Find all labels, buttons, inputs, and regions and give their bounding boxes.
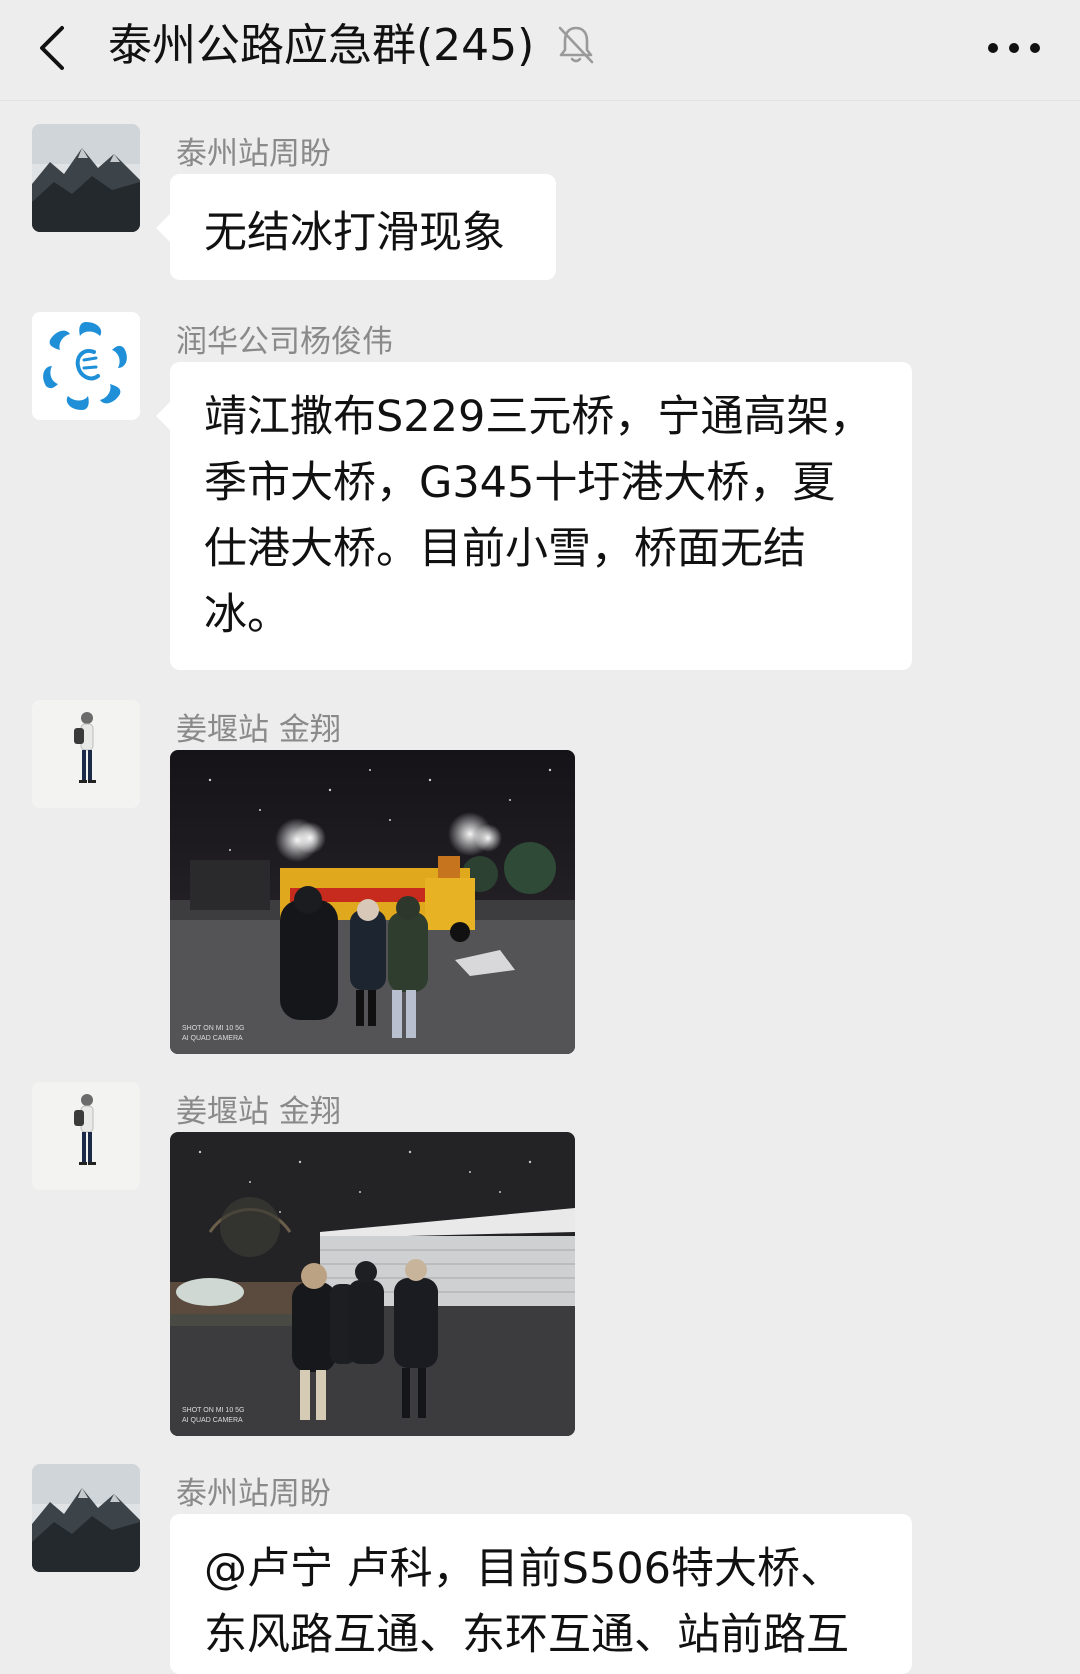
- mountain-avatar-image: [32, 1464, 140, 1572]
- more-options-button[interactable]: [974, 16, 1054, 80]
- message-item: 润华公司杨俊伟 靖江撒布S229三元桥，宁通高架，季市大桥，G345十圩港大桥，…: [0, 312, 1080, 672]
- svg-text:SHOT ON MI 10 5G: SHOT ON MI 10 5G: [182, 1407, 245, 1414]
- image-message[interactable]: SHOT ON MI 10 5G AI QUAD CAMERA: [170, 1132, 575, 1436]
- night-snow-truck-photo: SHOT ON MI 10 5G AI QUAD CAMERA: [170, 750, 575, 1054]
- message-item: 泰州站周盼 @卢宁 卢科，目前S506特大桥、东风路互通、东环互通、站前路互: [0, 1464, 1080, 1674]
- person-illustration-avatar-image: [32, 700, 140, 808]
- message-item: 泰州站周盼 无结冰打滑现象: [0, 124, 1080, 284]
- message-bubble[interactable]: 靖江撒布S229三元桥，宁通高架，季市大桥，G345十圩港大桥，夏仕港大桥。目前…: [156, 362, 912, 670]
- chat-header: 泰州公路应急群(245): [0, 0, 1080, 101]
- svg-text:AI QUAD CAMERA: AI QUAD CAMERA: [182, 1417, 243, 1424]
- night-snow-building-photo: SHOT ON MI 10 5G AI QUAD CAMERA: [170, 1132, 575, 1436]
- message-item: 姜堰站 金翔 SHOT ON MI 10 5G AI QUAD CAMERA: [0, 1082, 1080, 1442]
- more-dots-icon: [988, 43, 1040, 53]
- avatar[interactable]: [32, 312, 140, 420]
- mountain-avatar-image: [32, 124, 140, 232]
- back-button[interactable]: [22, 16, 86, 80]
- chat-title: 泰州公路应急群(245): [108, 20, 535, 71]
- sender-name: 姜堰站 金翔: [176, 1094, 341, 1130]
- svg-text:SHOT ON MI 10 5G: SHOT ON MI 10 5G: [182, 1025, 245, 1032]
- chevron-left-icon: [40, 26, 64, 70]
- avatar[interactable]: [32, 1464, 140, 1572]
- avatar[interactable]: [32, 700, 140, 808]
- blue-swirl-logo-avatar-image: [32, 312, 140, 420]
- avatar[interactable]: [32, 124, 140, 232]
- bell-off-icon: [558, 26, 594, 64]
- sender-name: 姜堰站 金翔: [176, 712, 341, 748]
- person-illustration-avatar-image: [32, 1082, 140, 1190]
- image-message[interactable]: SHOT ON MI 10 5G AI QUAD CAMERA: [170, 750, 575, 1054]
- sender-name: 润华公司杨俊伟: [176, 324, 393, 360]
- sender-name: 泰州站周盼: [176, 136, 331, 172]
- message-bubble[interactable]: 无结冰打滑现象: [156, 174, 556, 280]
- message-item: 姜堰站 金翔 SHOT ON MI 10 5G AI QUAD CAMERA: [0, 700, 1080, 1060]
- avatar[interactable]: [32, 1082, 140, 1190]
- sender-name: 泰州站周盼: [176, 1476, 331, 1512]
- svg-text:AI QUAD CAMERA: AI QUAD CAMERA: [182, 1035, 243, 1042]
- message-bubble[interactable]: @卢宁 卢科，目前S506特大桥、东风路互通、东环互通、站前路互: [170, 1514, 912, 1674]
